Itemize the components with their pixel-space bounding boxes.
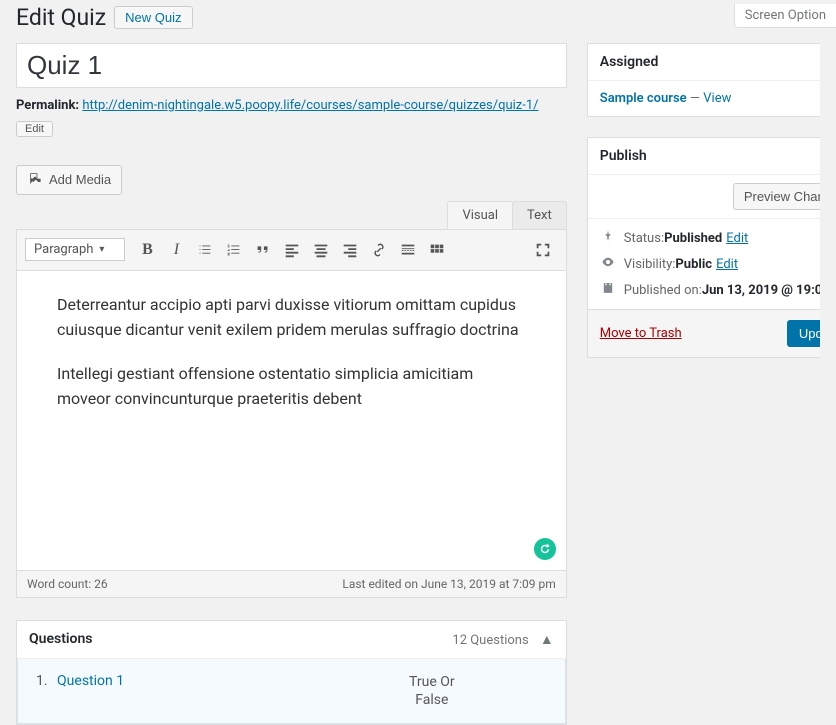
add-media-button[interactable]: Add Media [16,165,122,195]
blockquote-button[interactable] [249,236,277,264]
read-more-button[interactable] [394,236,422,264]
status-value: Published [664,231,722,246]
editor-paragraph: Intellegi gestiant offensione ostentatio… [57,362,526,412]
calendar-icon [600,281,616,299]
publish-metabox: Publish Preview Chan Status: Published E… [587,137,820,358]
editor-toolbar: Paragraph B I [16,229,567,271]
grammarly-icon[interactable] [534,538,556,560]
permalink-row: Permalink: http://denim-nightingale.w5.p… [16,94,567,141]
edit-status-link[interactable]: Edit [726,231,748,246]
quiz-title-input[interactable] [16,43,567,88]
status-label: Status: [624,231,664,246]
bold-button[interactable]: B [133,236,161,264]
collapse-toggle[interactable]: ▲ [540,632,554,648]
question-number: 1. [36,673,48,689]
tab-visual[interactable]: Visual [447,201,513,229]
italic-button[interactable]: I [162,236,190,264]
edit-visibility-link[interactable]: Edit [716,257,738,272]
question-label: Question 1 [57,673,124,689]
link-button[interactable] [365,236,393,264]
toolbar-toggle-button[interactable] [423,236,451,264]
align-right-button[interactable] [336,236,364,264]
assigned-separator: — [687,91,704,106]
update-button[interactable]: Upd [787,320,820,347]
published-value: Jun 13, 2019 @ 19:09 [702,283,820,298]
editor-paragraph: Deterreantur accipio apti parvi duxisse … [57,293,526,343]
tab-text[interactable]: Text [512,201,567,229]
question-type: True Or False [317,673,547,709]
new-quiz-button[interactable]: New Quiz [114,6,192,29]
edit-permalink-button[interactable]: Edit [16,121,53,137]
visibility-value: Public [675,257,712,272]
align-left-button[interactable] [278,236,306,264]
visibility-label: Visibility: [624,257,676,272]
add-media-label: Add Media [49,172,111,187]
pin-icon [600,229,616,247]
assigned-title: Assigned [588,44,820,81]
last-edited: Last edited on June 13, 2019 at 7:09 pm [342,577,555,591]
assigned-view-link[interactable]: View [703,91,731,106]
publish-title: Publish [588,138,820,175]
questions-metabox: Questions 12 Questions ▲ 1. Question 1 T… [16,620,567,725]
word-count: Word count: 26 [27,577,108,591]
published-label: Published on: [624,283,702,298]
fullscreen-button[interactable] [529,236,557,264]
screen-options-tab[interactable]: Screen Option [734,4,836,28]
move-to-trash-link[interactable]: Move to Trash [600,326,682,341]
questions-count: 12 Questions [452,633,528,648]
align-center-button[interactable] [307,236,335,264]
permalink-label: Permalink: [16,98,79,113]
assigned-metabox: Assigned Sample course — View [587,43,820,117]
format-select[interactable]: Paragraph [25,238,125,261]
preview-button[interactable]: Preview Chan [733,183,820,210]
editor-content[interactable]: Deterreantur accipio apti parvi duxisse … [16,271,567,571]
questions-title: Questions [29,631,92,647]
bullet-list-button[interactable] [191,236,219,264]
permalink-url[interactable]: http://denim-nightingale.w5.poopy.life/c… [82,98,538,113]
numbered-list-button[interactable] [220,236,248,264]
assigned-course-link[interactable]: Sample course [600,91,687,106]
media-icon [27,170,43,190]
page-title: Edit Quiz [16,4,106,31]
visibility-icon [600,255,616,273]
question-row[interactable]: 1. Question 1 True Or False [17,659,566,724]
